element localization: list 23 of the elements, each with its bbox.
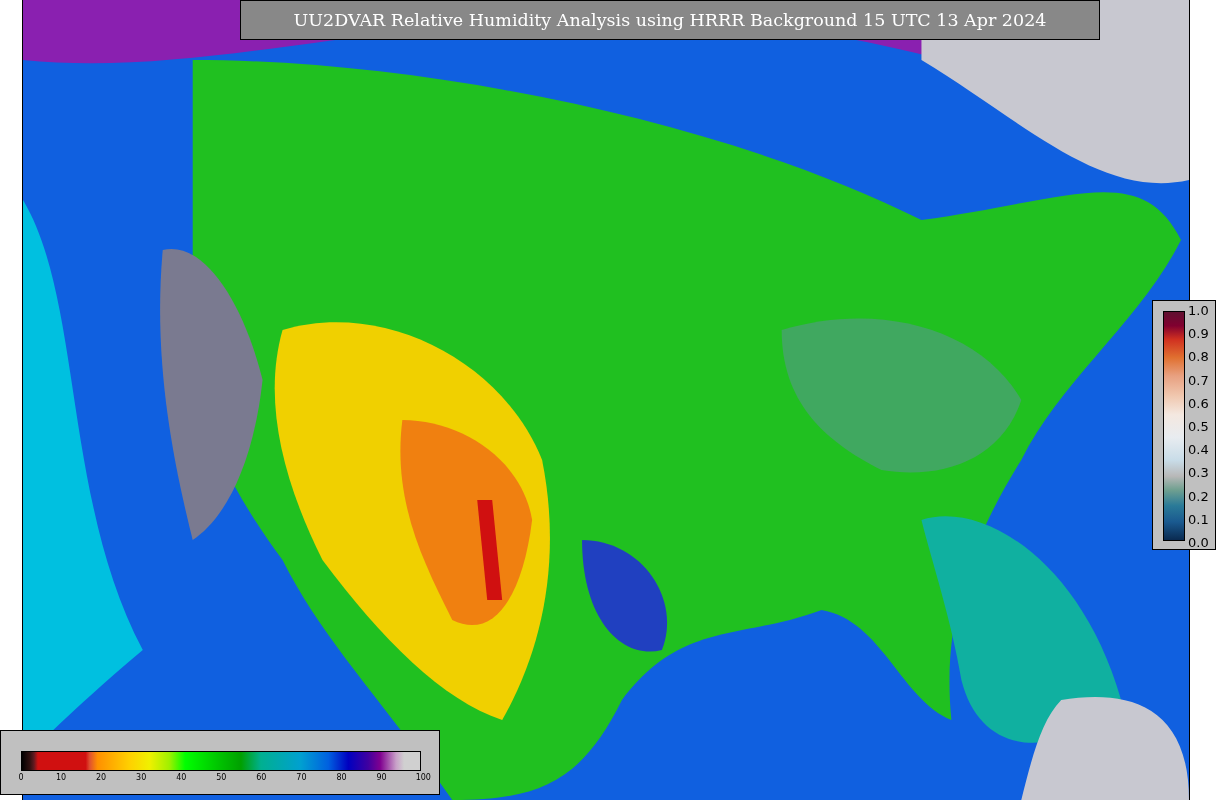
colorbar-tick-label: 0.0 (1188, 534, 1209, 551)
colorbar-tick-label: 0.9 (1188, 326, 1209, 343)
map-title: UU2DVAR Relative Humidity Analysis using HRRR Background 15 UTC 13 Apr 2024 (240, 0, 1100, 40)
colorbar-tick-label: 0.5 (1188, 418, 1209, 435)
colorbar-tick-label: 80 (335, 773, 348, 782)
colorbar-tick-label: 0.4 (1188, 442, 1209, 459)
colorbar-tick-label: 0 (17, 773, 25, 782)
colorbar-tick-label: 0.6 (1188, 395, 1209, 412)
colorbar-tick-label: 10 (55, 773, 68, 782)
colorbar-tick-label: 0.1 (1188, 511, 1209, 528)
colorbar-tick-label: 100 (415, 773, 431, 782)
colorbar-tick-label: 0.2 (1188, 488, 1209, 505)
colorbar-tick-label: 50 (215, 773, 228, 782)
colorbar-tick-label: 40 (175, 773, 188, 782)
colorbar-tick-label: 20 (95, 773, 108, 782)
colorbar-tick-label: 30 (135, 773, 148, 782)
colorbar-tick-label: 70 (295, 773, 308, 782)
colorbar-tick-label: 90 (375, 773, 388, 782)
colorbar-tick-label: 60 (255, 773, 268, 782)
colorbar-tick-label: 0.8 (1188, 349, 1209, 366)
colorbar-tick-label: 1.0 (1188, 303, 1209, 319)
colorbar-tick-label: 0.7 (1188, 372, 1209, 389)
colorbar-tick-label: 0.3 (1188, 465, 1209, 482)
